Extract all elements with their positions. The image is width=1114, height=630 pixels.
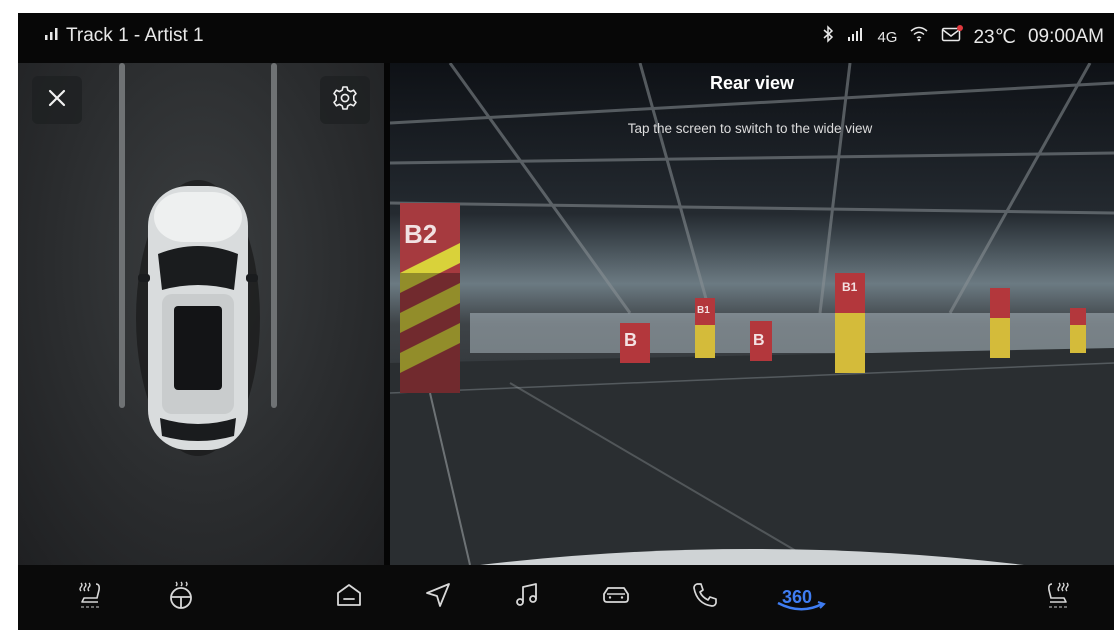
close-button[interactable] xyxy=(32,76,82,124)
navigation-button[interactable] xyxy=(416,575,460,619)
phone-icon xyxy=(690,580,720,614)
pillar-label: B1 xyxy=(697,305,710,316)
seat-heat-right-icon xyxy=(1043,580,1073,614)
vehicle-top-view xyxy=(136,180,260,456)
music-button[interactable] xyxy=(505,575,549,619)
switch-view-hint: Tap the screen to switch to the wide vie… xyxy=(627,121,873,136)
seat-heat-left-icon xyxy=(75,580,105,614)
bluetooth-icon xyxy=(821,25,835,49)
pillar-label: B xyxy=(624,330,637,350)
rear-view-title: Rear view xyxy=(709,73,795,93)
seat-heat-right-button[interactable] xyxy=(1036,575,1080,619)
status-bar: Track 1 - Artist 1 4G 23℃ 09:00AM xyxy=(18,13,1114,63)
network-type: 4G xyxy=(877,28,898,46)
navigation-icon xyxy=(423,580,453,614)
phone-button[interactable] xyxy=(683,575,727,619)
close-icon xyxy=(47,88,67,112)
steering-wheel-heat-icon xyxy=(166,580,196,614)
system-status: 4G 23℃ 09:00AM xyxy=(821,25,1104,49)
seat-heat-left-button[interactable] xyxy=(68,575,112,619)
gear-icon xyxy=(332,85,358,115)
message-icon[interactable] xyxy=(941,25,964,48)
cell-signal-icon xyxy=(847,26,865,48)
temperature: 23℃ xyxy=(973,26,1016,48)
home-icon xyxy=(334,580,364,614)
settings-button[interactable] xyxy=(320,76,370,124)
signal-bars-icon xyxy=(44,25,60,47)
media-track-label: Track 1 - Artist 1 xyxy=(66,25,204,46)
home-button[interactable] xyxy=(327,575,371,619)
vehicle-button[interactable] xyxy=(594,575,638,619)
pillar-label: B2 xyxy=(404,219,437,249)
bottom-dock: 360 xyxy=(18,565,1114,630)
pillar-label: B1 xyxy=(842,280,858,294)
media-status[interactable]: Track 1 - Artist 1 xyxy=(44,25,204,47)
rear-camera-view[interactable]: B2 B1 B B B1 Rear view Tap the screen to… xyxy=(390,63,1114,565)
parking-line-right xyxy=(271,63,277,408)
surround-view-panel[interactable] xyxy=(18,63,384,565)
music-icon xyxy=(512,580,542,614)
steering-wheel-heat-button[interactable] xyxy=(159,575,203,619)
wifi-icon xyxy=(909,26,929,48)
parking-line-left xyxy=(119,63,125,408)
car-display: Track 1 - Artist 1 4G 23℃ 09:00AM B2 B1 … xyxy=(18,13,1114,630)
parking-garage-scene: B2 B1 B B B1 xyxy=(390,63,1114,565)
pillar-label: B xyxy=(753,332,765,349)
camera-360-icon: 360 xyxy=(777,587,826,610)
car-icon xyxy=(600,580,632,614)
camera-360-button[interactable]: 360 xyxy=(770,575,826,619)
clock: 09:00AM xyxy=(1027,26,1104,47)
